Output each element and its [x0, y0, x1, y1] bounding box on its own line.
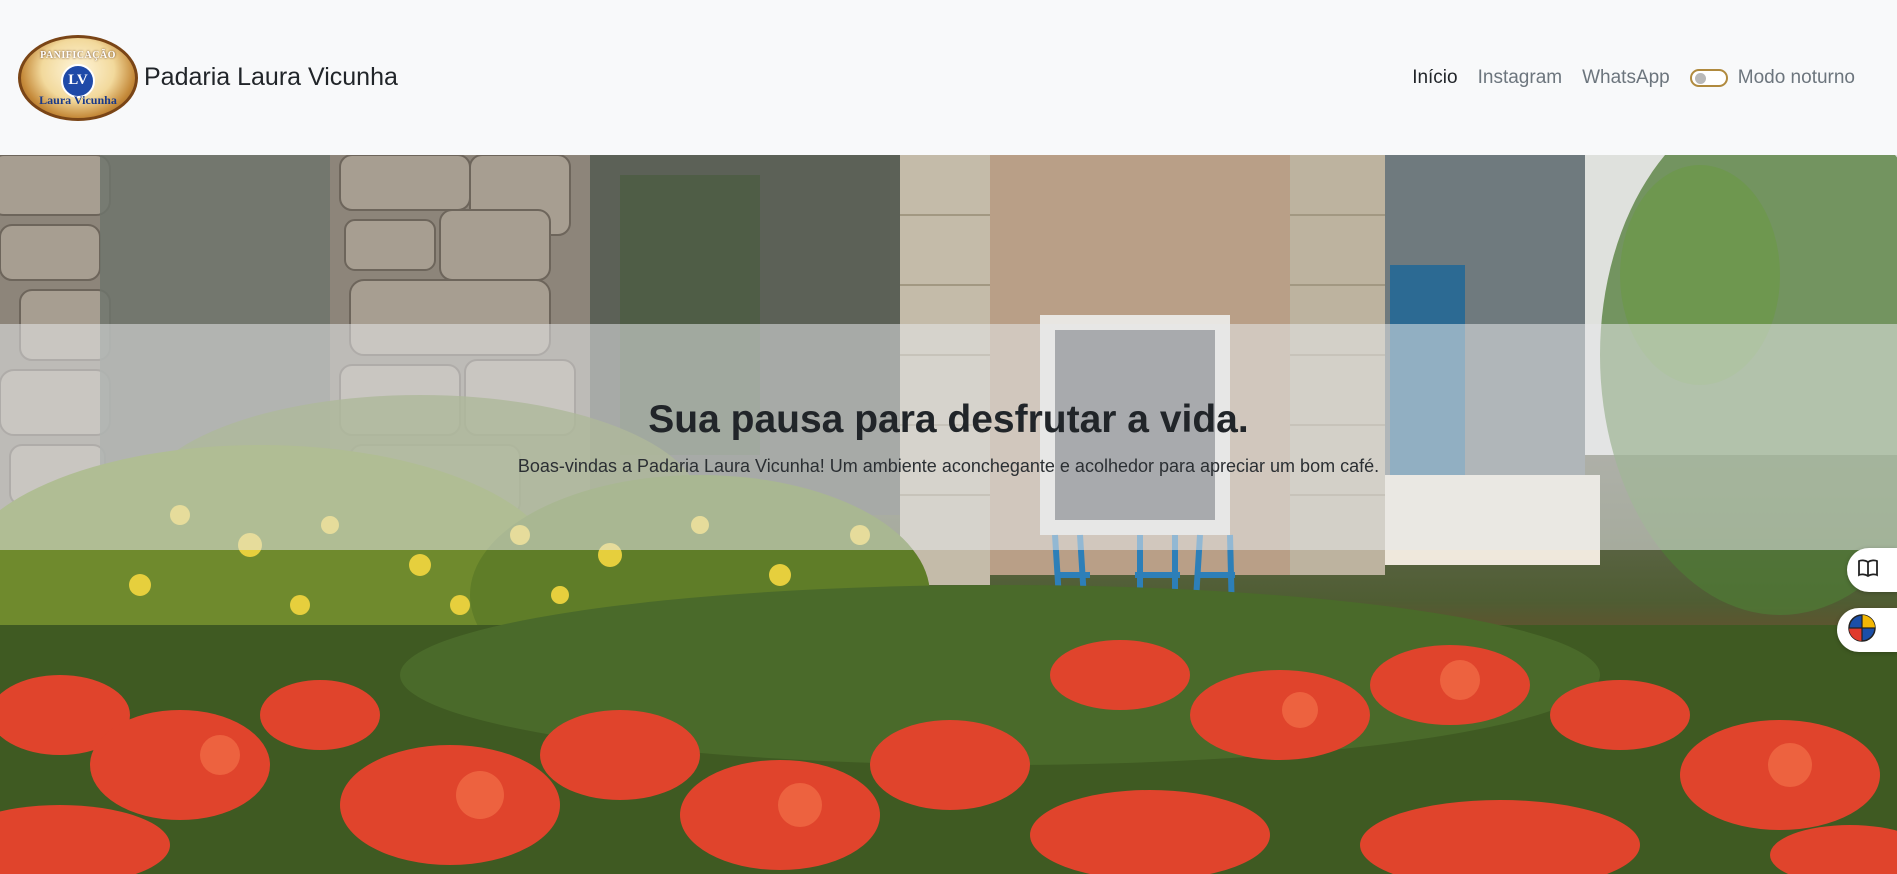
dark-mode-switch[interactable]: [1689, 68, 1728, 87]
brand-link[interactable]: PANIFICAÇÃO LV Laura Vicunha Padaria Lau…: [18, 34, 398, 121]
hero-section: Sua pausa para desfrutar a vida. Boas-vi…: [0, 155, 1897, 874]
logo-top-text: PANIFICAÇÃO: [40, 49, 116, 61]
brand-name: Padaria Laura Vicunha: [144, 63, 398, 91]
hero-subtitle: Boas-vindas a Padaria Laura Vicunha! Um …: [517, 455, 1380, 476]
book-icon: [1857, 558, 1879, 583]
book-button[interactable]: [1847, 548, 1897, 592]
globe-icon: [1847, 613, 1877, 648]
switch-knob: [1694, 72, 1706, 84]
language-button[interactable]: [1837, 608, 1897, 652]
hero-overlay: Sua pausa para desfrutar a vida. Boas-vi…: [0, 324, 1897, 550]
hero-title: Sua pausa para desfrutar a vida.: [648, 397, 1249, 441]
logo-bottom-text: Laura Vicunha: [39, 92, 117, 107]
nav-link-instagram[interactable]: Instagram: [1478, 67, 1562, 89]
dark-mode-toggle[interactable]: Modo noturno: [1689, 66, 1855, 89]
nav-link-whatsapp[interactable]: WhatsApp: [1582, 67, 1670, 89]
dark-mode-label: Modo noturno: [1737, 66, 1855, 88]
nav-link-inicio[interactable]: Início: [1412, 67, 1457, 89]
brand-logo: PANIFICAÇÃO LV Laura Vicunha: [18, 34, 138, 121]
nav-links: Início Instagram WhatsApp Modo noturno: [1412, 0, 1855, 155]
navbar: PANIFICAÇÃO LV Laura Vicunha Padaria Lau…: [0, 0, 1897, 155]
